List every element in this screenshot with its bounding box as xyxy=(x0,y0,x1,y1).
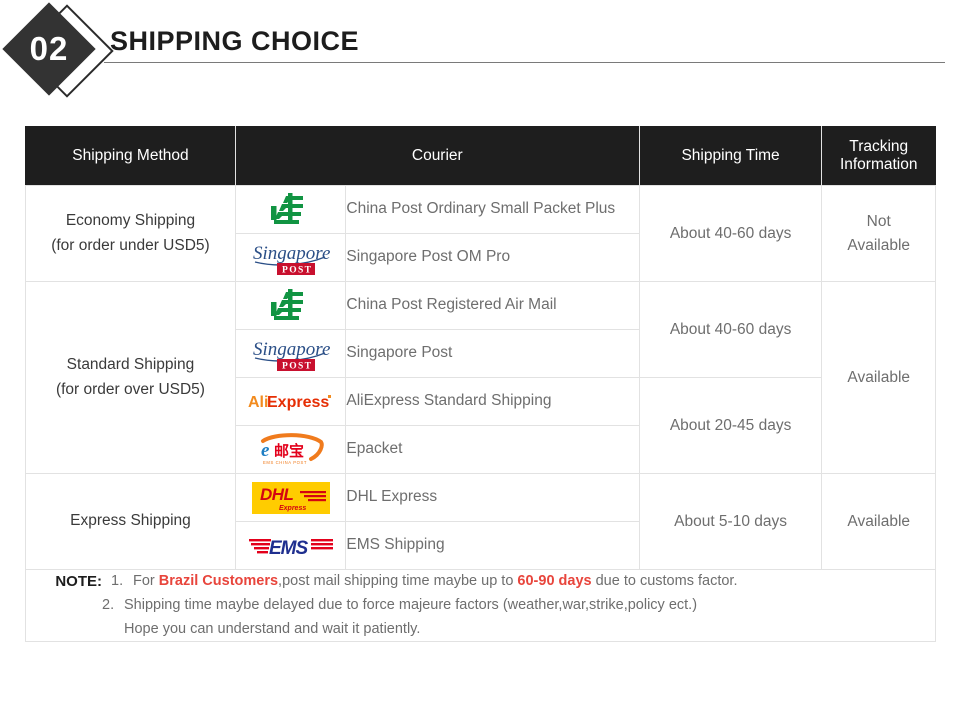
method-economy: Economy Shipping (for order under USD5) xyxy=(25,185,236,282)
courier-name: Epacket xyxy=(345,425,640,474)
note-item-2-line1: Shipping time maybe delayed due to force… xyxy=(124,597,698,614)
method-economy-line2: (for order under USD5) xyxy=(51,236,210,254)
note-item-2-number: 2. xyxy=(102,597,115,614)
table-header-row: Shipping Method Courier Shipping Time Tr… xyxy=(25,126,936,186)
logo-cell-singapore-post: Singapore POST xyxy=(234,233,347,282)
note-item-2-line2: Hope you can understand and wait it pati… xyxy=(124,620,421,637)
courier-name: Singapore Post xyxy=(345,329,640,378)
method-standard: Standard Shipping (for order over USD5) xyxy=(25,281,236,474)
note-label: NOTE: xyxy=(55,573,102,590)
table-row: Express Shipping DHL Express DHL Express… xyxy=(25,473,936,570)
svg-text:Singapore: Singapore xyxy=(253,243,330,264)
table-body: Economy Shipping (for order under USD5) xyxy=(25,185,936,643)
singapore-post-logo: Singapore POST xyxy=(251,240,331,276)
header-shipping-method: Shipping Method xyxy=(25,126,236,186)
logo-cell-ems: EMS xyxy=(234,521,347,570)
table-row: Standard Shipping (for order over USD5) xyxy=(25,281,936,474)
method-express-line1: Express Shipping xyxy=(70,512,191,530)
svg-text:Singapore: Singapore xyxy=(253,339,330,360)
banner-divider xyxy=(104,62,945,63)
logo-cell-china-post xyxy=(234,281,347,330)
svg-text:DHL: DHL xyxy=(260,485,294,504)
note-60-90-days-highlight: 60-90 days xyxy=(517,573,592,589)
svg-text:EMS CHINA POST: EMS CHINA POST xyxy=(263,460,307,465)
aliexpress-logo: Ali Express xyxy=(247,389,335,415)
tracking-economy: Not Available xyxy=(821,185,936,282)
method-express: Express Shipping xyxy=(25,473,236,570)
courier-name: China Post Registered Air Mail xyxy=(345,281,640,330)
courier-name: EMS Shipping xyxy=(345,521,640,570)
banner-section-number: 02 xyxy=(29,30,69,67)
svg-text:Ali: Ali xyxy=(248,394,268,411)
header-tracking-line1: Tracking xyxy=(849,138,909,156)
svg-text:邮宝: 邮宝 xyxy=(274,442,304,460)
note-item-2-text: Shipping time maybe delayed due to force… xyxy=(124,594,935,641)
shipping-table-wrap: Shipping Method Courier Shipping Time Tr… xyxy=(25,126,936,643)
courier-name: Singapore Post OM Pro xyxy=(345,233,640,282)
courier-name: DHL Express xyxy=(345,473,640,522)
method-economy-line1: Economy Shipping xyxy=(65,212,196,230)
page-title: SHIPPING CHOICE xyxy=(110,26,360,56)
note-item-1-part-c: due to customs factor. xyxy=(591,573,738,589)
note-item-1-part-b: ,post mail shipping time maybe up to xyxy=(278,573,518,589)
table-head: Shipping Method Courier Shipping Time Tr… xyxy=(25,126,936,186)
note-item-1-part-a: For xyxy=(133,573,159,589)
svg-text:Express: Express xyxy=(279,505,306,512)
note-item-1-number: 1. xyxy=(111,573,124,589)
courier-name: China Post Ordinary Small Packet Plus xyxy=(345,185,640,234)
note-item-2: 2. Shipping time maybe delayed due to fo… xyxy=(26,594,935,641)
logo-cell-china-post xyxy=(234,185,347,234)
logo-cell-singapore-post: Singapore POST xyxy=(234,329,347,378)
table-row: Economy Shipping (for order under USD5) xyxy=(25,185,936,282)
note-brazil-customers-highlight: Brazil Customers xyxy=(158,573,279,589)
header-shipping-time: Shipping Time xyxy=(638,126,823,186)
header-tracking-line2: Information xyxy=(839,156,918,173)
logo-cell-epacket: e 邮宝 EMS CHINA POST xyxy=(234,425,347,474)
svg-text:POST: POST xyxy=(282,361,312,371)
tracking-express: Available xyxy=(821,473,936,570)
note-item-1-text: For Brazil Customers,post mail shipping … xyxy=(133,570,935,594)
note-row-container: NOTE: 1. For Brazil Customers,post mail … xyxy=(25,568,936,643)
epacket-logo: e 邮宝 EMS CHINA POST xyxy=(253,432,329,468)
logo-cell-aliexpress: Ali Express xyxy=(234,377,347,426)
page-banner: 02 SHIPPING CHOICE xyxy=(0,0,960,108)
header-tracking-information: Tracking Information xyxy=(821,126,936,186)
header-courier: Courier xyxy=(234,126,640,186)
time-express: About 5-10 days xyxy=(638,473,823,570)
logo-cell-dhl: DHL Express xyxy=(234,473,347,522)
shipping-table: Shipping Method Courier Shipping Time Tr… xyxy=(25,126,936,643)
time-standard-express: About 20-45 days xyxy=(638,377,823,474)
singapore-post-logo: Singapore POST xyxy=(251,336,331,372)
courier-name: AliExpress Standard Shipping xyxy=(345,377,640,426)
svg-text:Express: Express xyxy=(267,394,329,411)
time-economy: About 40-60 days xyxy=(638,185,823,282)
tracking-economy-line1: Not xyxy=(866,213,891,231)
dhl-logo: DHL Express xyxy=(251,481,330,514)
tracking-standard: Available xyxy=(821,281,936,474)
method-standard-line2: (for order over USD5) xyxy=(55,380,205,398)
note-item-1: NOTE: 1. For Brazil Customers,post mail … xyxy=(26,570,935,594)
china-post-logo xyxy=(268,288,314,323)
method-standard-line1: Standard Shipping xyxy=(66,356,195,374)
svg-text:EMS: EMS xyxy=(269,538,309,559)
tracking-economy-line2: Available xyxy=(847,236,911,254)
note-section: NOTE: 1. For Brazil Customers,post mail … xyxy=(25,568,936,643)
china-post-logo xyxy=(268,192,314,227)
svg-text:e: e xyxy=(261,440,270,461)
svg-text:POST: POST xyxy=(282,265,312,275)
time-standard-post: About 40-60 days xyxy=(638,281,823,378)
ems-logo: EMS xyxy=(248,532,333,560)
